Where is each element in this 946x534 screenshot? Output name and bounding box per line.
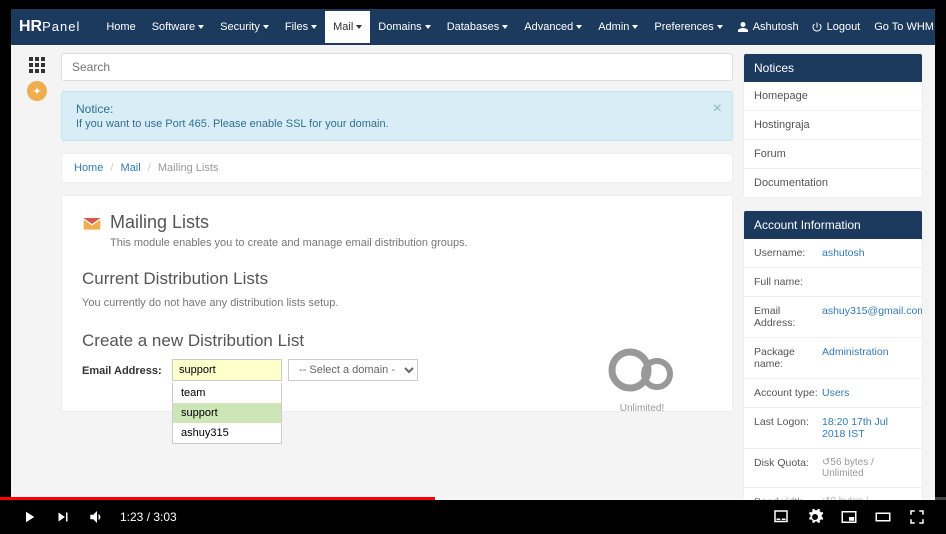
help-icon[interactable]: ✦ [27,81,47,101]
brand-logo[interactable]: HRPanel [19,18,80,36]
email-address-label: Email Address: [82,359,172,377]
right-sidebar: Notices HomepageHostingrajaForumDocument… [743,53,923,500]
volume-button[interactable] [80,502,114,532]
notices-link[interactable]: Forum [744,139,922,168]
account-info-row: Username:ashutosh [744,239,922,267]
account-info-row: Disk Quota:↻ 56 bytes / Unlimited [744,448,922,487]
app-viewport: HRPanel HomeSoftwareSecurityFilesMailDom… [11,9,935,500]
account-info-row: Account type:Users [744,378,922,407]
account-info-row: Package name:Administration [744,337,922,378]
notices-panel: Notices HomepageHostingrajaForumDocument… [743,53,923,198]
goto-whm-button[interactable]: Go To WHM [866,11,935,43]
autocomplete-option[interactable]: support [173,403,281,423]
apps-grid-icon[interactable] [29,57,45,73]
video-controls: 1:23 / 3:03 [0,500,946,534]
user-icon [737,21,749,33]
breadcrumb-home[interactable]: Home [74,162,103,174]
account-info-row: Full name: [744,267,922,296]
search-input[interactable] [61,53,733,81]
nav-item-files[interactable]: Files [277,11,325,43]
page-subtitle: This module enables you to create and ma… [110,237,712,249]
logout-label: Logout [827,21,861,33]
time-display: 1:23 / 3:03 [120,510,177,524]
notice-alert: Notice: If you want to use Port 465. Ple… [61,91,733,141]
breadcrumb: Home / Mail / Mailing Lists [61,153,733,183]
miniplayer-button[interactable] [832,502,866,532]
autocomplete-option[interactable]: ashuy315 [173,423,281,443]
username-label: Ashutosh [753,21,799,33]
current-lists-heading: Current Distribution Lists [82,269,712,289]
notices-panel-title: Notices [744,54,922,82]
notice-title: Notice: [76,102,718,116]
account-info-row: Last Logon:18:20 17th Jul 2018 IST [744,407,922,448]
account-info-row: Email Address:ashuy315@gmail.com [744,296,922,337]
nav-item-advanced[interactable]: Advanced [516,11,590,43]
notice-text: If you want to use Port 465. Please enab… [76,118,718,130]
nav-item-admin[interactable]: Admin [590,11,646,43]
brand-panel: Panel [42,19,80,34]
play-button[interactable] [12,502,46,532]
settings-button[interactable] [798,502,832,532]
unlimited-label: Unlimited! [602,403,682,414]
unlimited-graphic: Unlimited! [602,346,682,414]
nav-item-home[interactable]: Home [98,11,143,43]
theater-button[interactable] [866,502,900,532]
logout-button[interactable]: Logout [805,21,867,33]
current-lists-empty: You currently do not have any distributi… [82,297,712,309]
next-button[interactable] [46,502,80,532]
subtitles-button[interactable] [764,502,798,532]
breadcrumb-mail[interactable]: Mail [121,162,141,174]
autocomplete-option[interactable]: team [173,383,281,403]
domain-select[interactable]: -- Select a domain -- [288,359,418,381]
power-icon [811,21,823,33]
nav-item-software[interactable]: Software [144,11,212,43]
fullscreen-button[interactable] [900,502,934,532]
autocomplete-dropdown: teamsupportashuy315 [172,383,282,444]
page-title: Mailing Lists [110,212,209,233]
nav-item-databases[interactable]: Databases [439,11,517,43]
nav-items: HomeSoftwareSecurityFilesMailDomainsData… [98,11,730,43]
notices-link[interactable]: Hostingraja [744,110,922,139]
top-navbar: HRPanel HomeSoftwareSecurityFilesMailDom… [11,9,935,45]
account-info-panel: Account Information Username:ashutoshFul… [743,210,923,500]
user-menu[interactable]: Ashutosh [731,21,805,33]
left-rail: ✦ [23,53,51,500]
brand-hr: HR [19,18,42,36]
nav-item-security[interactable]: Security [212,11,277,43]
email-local-input[interactable] [172,359,282,381]
notices-link[interactable]: Documentation [744,168,922,197]
breadcrumb-current: Mailing Lists [158,162,219,174]
content-panel: Mailing Lists This module enables you to… [61,195,733,412]
account-info-title: Account Information [744,211,922,239]
mail-icon [82,214,102,232]
nav-item-mail[interactable]: Mail [325,11,370,43]
nav-item-preferences[interactable]: Preferences [646,11,730,43]
notices-link[interactable]: Homepage [744,82,922,110]
close-icon[interactable]: × [713,100,722,118]
nav-item-domains[interactable]: Domains [370,11,438,43]
